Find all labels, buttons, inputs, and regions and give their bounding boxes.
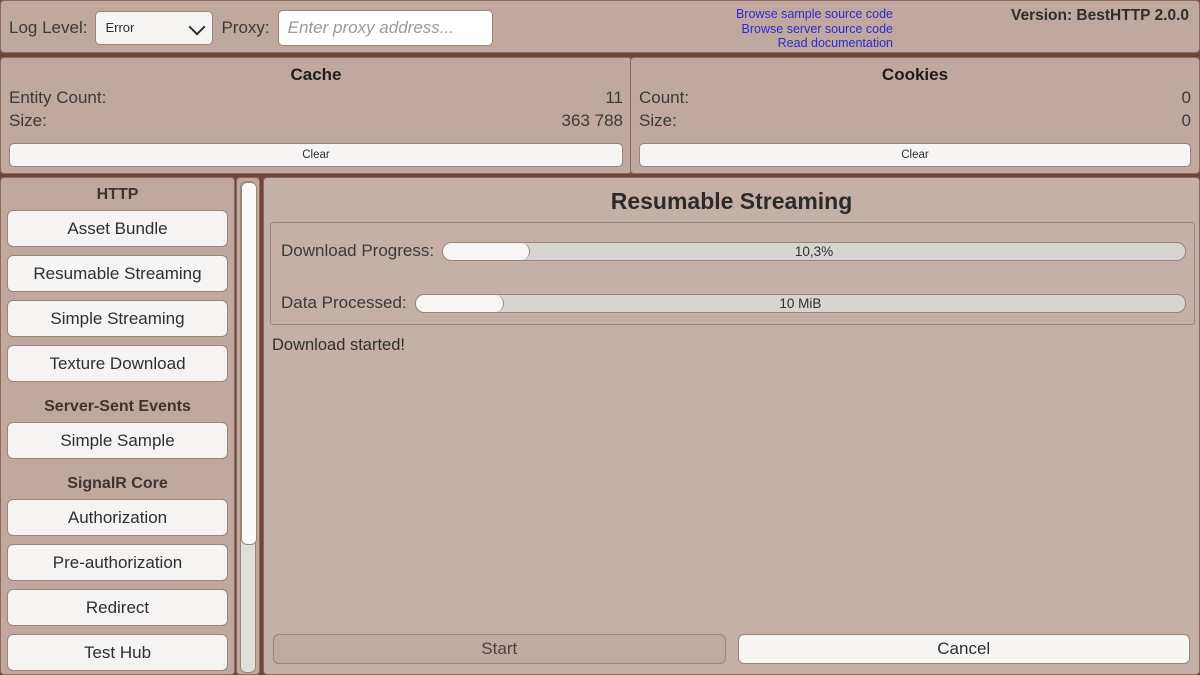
cache-size-value: 363 788 [562,111,623,131]
cookies-panel-title: Cookies [631,58,1199,85]
toolbar-controls: Log Level: Error Proxy: [9,1,493,54]
download-progress-label: Download Progress: [281,241,434,261]
sidebar-item-redirect[interactable]: Redirect [7,589,228,626]
progress-group: Download Progress: 10,3% Data Processed:… [270,222,1195,325]
sidebar-group-title: HTTP [7,178,228,210]
download-progress-bar: 10,3% [442,242,1186,261]
cancel-button[interactable]: Cancel [738,634,1191,664]
log-level-label: Log Level: [9,19,87,36]
cookies-size-value: 0 [1182,111,1191,131]
sidebar-scrollbar[interactable] [236,177,260,675]
cookies-count-row: Count: 0 [631,85,1199,108]
data-processed-value: 10 MiB [416,295,1185,312]
source-links: Browse sample source code Browse server … [601,7,893,51]
cache-clear-button[interactable]: Clear [9,143,623,167]
cache-size-label: Size: [9,111,47,131]
browse-sample-source-link[interactable]: Browse sample source code [601,7,893,22]
proxy-label: Proxy: [221,19,269,36]
cookies-size-row: Size: 0 [631,108,1199,131]
cookies-clear-button[interactable]: Clear [639,143,1191,167]
status-message: Download started! [272,336,405,355]
sidebar-item-asset-bundle[interactable]: Asset Bundle [7,210,228,247]
sidebar-item-simple-sample[interactable]: Simple Sample [7,422,228,459]
cache-panel: Cache Entity Count: 11 Size: 363 788 Cle… [0,57,632,174]
cookies-count-value: 0 [1182,88,1191,108]
sidebar-group-title: SignalR Core [7,467,228,499]
chevron-down-icon [189,18,206,35]
browse-server-source-link[interactable]: Browse server source code [601,22,893,37]
cookies-count-label: Count: [639,88,689,108]
page-title: Resumable Streaming [264,178,1199,215]
read-documentation-link[interactable]: Read documentation [601,36,893,51]
proxy-input[interactable] [278,10,493,46]
download-progress-value: 10,3% [443,243,1185,260]
data-processed-row: Data Processed: 10 MiB [281,292,1186,314]
data-processed-label: Data Processed: [281,293,407,313]
application-window: Log Level: Error Proxy: Browse sample so… [0,0,1200,675]
sidebar-item-texture-download[interactable]: Texture Download [7,345,228,382]
sidebar-item-simple-streaming[interactable]: Simple Streaming [7,300,228,337]
cache-panel-title: Cache [1,58,631,85]
cache-entity-count-label: Entity Count: [9,88,106,108]
scrollbar-thumb[interactable] [241,182,257,545]
main-content-panel: Resumable Streaming Download Progress: 1… [263,177,1200,675]
log-level-value: Error [96,20,134,35]
cache-entity-count-value: 11 [605,88,623,108]
sidebar-item-test-hub[interactable]: Test Hub [7,634,228,671]
scrollbar-track[interactable] [240,181,256,673]
sidebar-group-title: Server-Sent Events [7,390,228,422]
log-level-dropdown[interactable]: Error [95,11,213,45]
cookies-panel: Cookies Count: 0 Size: 0 Clear [630,57,1200,174]
top-toolbar: Log Level: Error Proxy: Browse sample so… [0,0,1200,53]
version-label: Version: BestHTTP 2.0.0 [1011,7,1189,25]
data-processed-bar: 10 MiB [415,294,1186,313]
action-buttons: Start Cancel [273,634,1190,664]
cache-entity-count-row: Entity Count: 11 [1,85,631,108]
start-button[interactable]: Start [273,634,726,664]
cache-size-row: Size: 363 788 [1,108,631,131]
sidebar-item-authorization[interactable]: Authorization [7,499,228,536]
sidebar-item-resumable-streaming[interactable]: Resumable Streaming [7,255,228,292]
sidebar-item-pre-authorization[interactable]: Pre-authorization [7,544,228,581]
download-progress-row: Download Progress: 10,3% [281,240,1186,262]
samples-sidebar[interactable]: HTTPAsset Bundle Resumable Streaming Simpl… [0,177,235,675]
cookies-size-label: Size: [639,111,677,131]
